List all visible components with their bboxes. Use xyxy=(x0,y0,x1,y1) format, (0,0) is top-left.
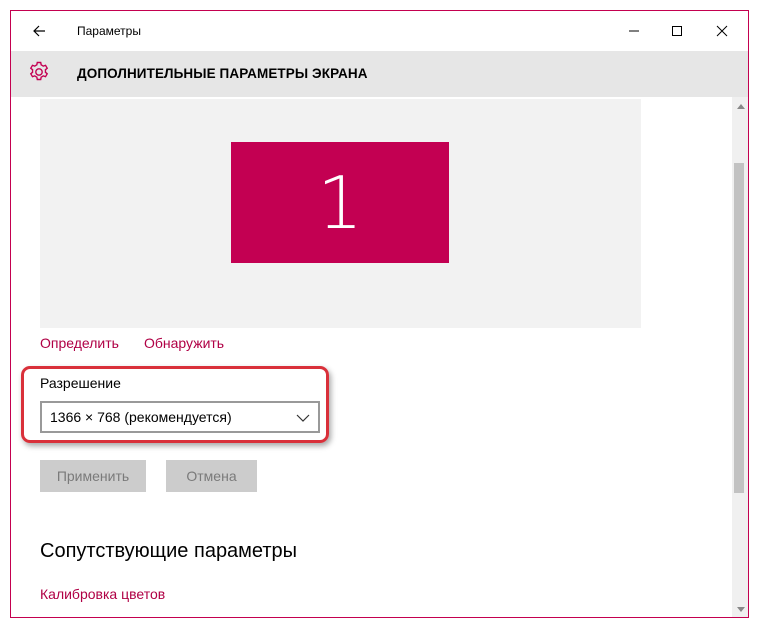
back-button[interactable] xyxy=(27,19,51,43)
monitor-number: 1 xyxy=(317,160,363,245)
chevron-down-icon xyxy=(296,414,310,422)
minimize-button[interactable] xyxy=(611,11,657,51)
vertical-scrollbar[interactable] xyxy=(732,97,748,617)
resolution-dropdown[interactable]: 1366 × 768 (рекомендуется) xyxy=(40,401,320,433)
page-header: ДОПОЛНИТЕЛЬНЫЕ ПАРАМЕТРЫ ЭКРАНА xyxy=(11,51,748,97)
page-title: ДОПОЛНИТЕЛЬНЫЕ ПАРАМЕТРЫ ЭКРАНА xyxy=(77,66,368,81)
monitor-tile[interactable]: 1 xyxy=(231,142,449,263)
chevron-up-icon xyxy=(736,103,745,109)
detect-link[interactable]: Обнаружить xyxy=(144,335,224,351)
close-button[interactable] xyxy=(699,11,745,51)
title-bar: Параметры xyxy=(11,11,748,51)
app-title: Параметры xyxy=(77,24,141,38)
close-icon xyxy=(716,25,728,37)
gear-icon xyxy=(29,61,49,81)
resolution-value: 1366 × 768 (рекомендуется) xyxy=(50,409,232,425)
chevron-down-small-icon xyxy=(736,606,745,612)
arrow-left-icon xyxy=(33,25,45,37)
scroll-thumb[interactable] xyxy=(734,163,744,493)
cancel-button[interactable]: Отмена xyxy=(166,460,257,492)
maximize-button[interactable] xyxy=(654,11,700,51)
identify-link[interactable]: Определить xyxy=(40,335,119,351)
maximize-icon xyxy=(672,26,682,36)
color-calibration-link[interactable]: Калибровка цветов xyxy=(40,586,165,602)
scroll-up-button[interactable] xyxy=(732,97,748,114)
scroll-down-button[interactable] xyxy=(732,601,748,617)
minimize-icon xyxy=(629,30,639,32)
display-arrangement: 1 xyxy=(40,99,641,328)
related-settings-title: Сопутствующие параметры xyxy=(40,540,298,562)
apply-button[interactable]: Применить xyxy=(40,460,146,492)
settings-window: Параметры ДОПОЛНИТЕЛЬНЫЕ ПАРАМЕТРЫ ЭКРАН… xyxy=(10,10,749,618)
resolution-label: Разрешение xyxy=(40,375,121,391)
